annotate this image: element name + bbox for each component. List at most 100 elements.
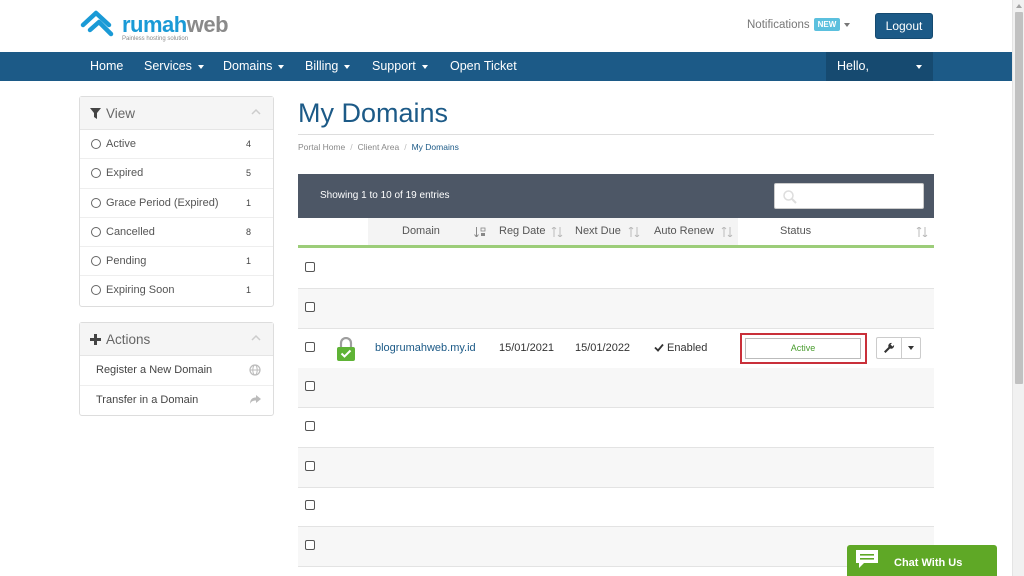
scroll-up-arrow-icon[interactable] xyxy=(1016,4,1022,8)
row-checkbox[interactable] xyxy=(305,342,315,352)
row-checkbox[interactable] xyxy=(305,461,315,471)
breadcrumb-client-area[interactable]: Client Area xyxy=(358,142,400,152)
rumahweb-logo[interactable]: rumahweb Painless hosting solution xyxy=(80,10,240,44)
nav-home-label: Home xyxy=(90,59,124,73)
nav-support-label: Support xyxy=(372,59,416,73)
logout-button[interactable]: Logout xyxy=(875,13,933,39)
table-search-input[interactable] xyxy=(774,183,924,209)
status-highlight: Active xyxy=(740,333,867,364)
chevron-down-icon xyxy=(421,64,428,69)
table-row[interactable] xyxy=(298,408,934,448)
view-panel-title: View xyxy=(106,106,136,121)
nav-home[interactable]: Home xyxy=(90,52,123,81)
table-column-headers: Domain Reg Date Next Due Auto Renew Stat… xyxy=(298,218,934,248)
col-next-due[interactable]: Next Due xyxy=(575,218,621,245)
filter-label: Pending xyxy=(106,255,147,268)
col-status[interactable]: Status xyxy=(780,218,811,245)
row-checkbox[interactable] xyxy=(305,262,315,272)
filter-expired[interactable]: Expired 5 xyxy=(80,159,273,189)
col-domain[interactable]: Domain xyxy=(402,218,440,245)
transfer-domain-link[interactable]: Transfer in a Domain xyxy=(80,386,273,416)
filter-expiring-soon[interactable]: Expiring Soon 1 xyxy=(80,276,273,305)
manage-domain-button-group[interactable] xyxy=(876,337,921,359)
sort-icon[interactable] xyxy=(628,227,640,237)
breadcrumb-portal-home[interactable]: Portal Home xyxy=(298,142,345,152)
plus-icon xyxy=(90,334,101,345)
breadcrumb-my-domains: My Domains xyxy=(411,142,459,152)
chevron-down-icon xyxy=(344,64,351,69)
table-row[interactable] xyxy=(298,289,934,329)
nav-open-ticket[interactable]: Open Ticket xyxy=(450,52,517,81)
page-scrollbar[interactable] xyxy=(1012,0,1024,576)
chevron-down-icon xyxy=(844,22,851,27)
view-panel-header[interactable]: View xyxy=(80,97,273,130)
nav-services[interactable]: Services xyxy=(144,52,204,81)
top-header: rumahweb Painless hosting solution Notif… xyxy=(0,0,1012,52)
actions-panel-header[interactable]: Actions xyxy=(80,323,273,356)
filter-count: 8 xyxy=(245,226,251,237)
chevron-down-icon xyxy=(197,64,204,69)
title-divider xyxy=(298,134,934,135)
filter-grace-period[interactable]: Grace Period (Expired) 1 xyxy=(80,189,273,218)
new-badge: NEW xyxy=(813,18,841,31)
table-row[interactable] xyxy=(298,368,934,408)
domain-link[interactable]: blogrumahweb.my.id xyxy=(375,342,476,354)
table-row[interactable]: blogrumahweb.my.id 15/01/2021 15/01/2022… xyxy=(298,329,934,369)
row-checkbox[interactable] xyxy=(305,500,315,510)
radio-icon xyxy=(91,285,101,296)
filter-count: 1 xyxy=(245,197,251,208)
register-domain-link[interactable]: Register a New Domain xyxy=(80,356,273,386)
radio-icon xyxy=(91,226,101,237)
sort-icon[interactable] xyxy=(551,227,563,237)
filter-count: 4 xyxy=(245,139,251,149)
nav-domains[interactable]: Domains xyxy=(223,52,285,81)
search-icon xyxy=(783,190,797,204)
filter-label: Expiring Soon xyxy=(106,284,175,297)
table-row[interactable] xyxy=(298,249,934,289)
filter-pending[interactable]: Pending 1 xyxy=(80,247,273,277)
notifications-dropdown[interactable]: Notifications NEW xyxy=(747,18,851,31)
chat-label: Chat With Us xyxy=(894,557,963,569)
table-row[interactable] xyxy=(298,448,934,488)
logo-tagline: Painless hosting solution xyxy=(122,36,189,42)
filter-label: Expired xyxy=(106,167,144,180)
table-row[interactable] xyxy=(298,487,934,527)
sort-icon[interactable] xyxy=(721,227,733,237)
chevron-up-icon[interactable] xyxy=(251,108,261,115)
row-checkbox[interactable] xyxy=(305,302,315,312)
filter-cancelled[interactable]: Cancelled 8 xyxy=(80,218,273,248)
filter-label: Cancelled xyxy=(106,225,155,238)
filter-count: 1 xyxy=(245,256,251,267)
nav-services-label: Services xyxy=(144,59,192,73)
radio-icon xyxy=(91,197,101,208)
chevron-down-icon[interactable] xyxy=(908,346,914,350)
nav-support[interactable]: Support xyxy=(372,52,428,81)
filter-count: 5 xyxy=(245,168,251,179)
user-menu[interactable]: Hello, xyxy=(826,52,933,81)
logo-mark-icon xyxy=(80,10,114,37)
action-label: Transfer in a Domain xyxy=(96,393,199,406)
sort-alpha-icon[interactable] xyxy=(474,227,486,237)
col-auto-renew[interactable]: Auto Renew xyxy=(654,218,714,245)
chevron-up-icon[interactable] xyxy=(251,334,261,341)
ssl-lock-icon xyxy=(337,337,355,361)
filter-count: 1 xyxy=(245,285,251,296)
next-due: 15/01/2022 xyxy=(575,342,631,354)
main-navbar: Home Services Domains Billing Support Op… xyxy=(0,52,1012,81)
nav-billing[interactable]: Billing xyxy=(305,52,351,81)
page-title: My Domains xyxy=(298,98,449,128)
table-row[interactable] xyxy=(298,527,934,567)
wrench-icon[interactable] xyxy=(883,342,895,354)
filter-active[interactable]: Active 4 xyxy=(80,130,273,160)
filter-label: Active xyxy=(106,138,136,150)
share-arrow-icon xyxy=(250,394,261,404)
row-checkbox[interactable] xyxy=(305,540,315,550)
chat-widget-button[interactable]: Chat With Us xyxy=(847,545,997,576)
scrollbar-thumb[interactable] xyxy=(1015,12,1023,384)
row-checkbox[interactable] xyxy=(305,421,315,431)
nav-domains-label: Domains xyxy=(223,59,273,73)
view-filter-panel: View Active 4 Expired 5 Grace Period (Expi… xyxy=(79,96,274,307)
sort-icon[interactable] xyxy=(916,227,928,237)
row-checkbox[interactable] xyxy=(305,381,315,391)
col-reg-date[interactable]: Reg Date xyxy=(499,218,545,245)
